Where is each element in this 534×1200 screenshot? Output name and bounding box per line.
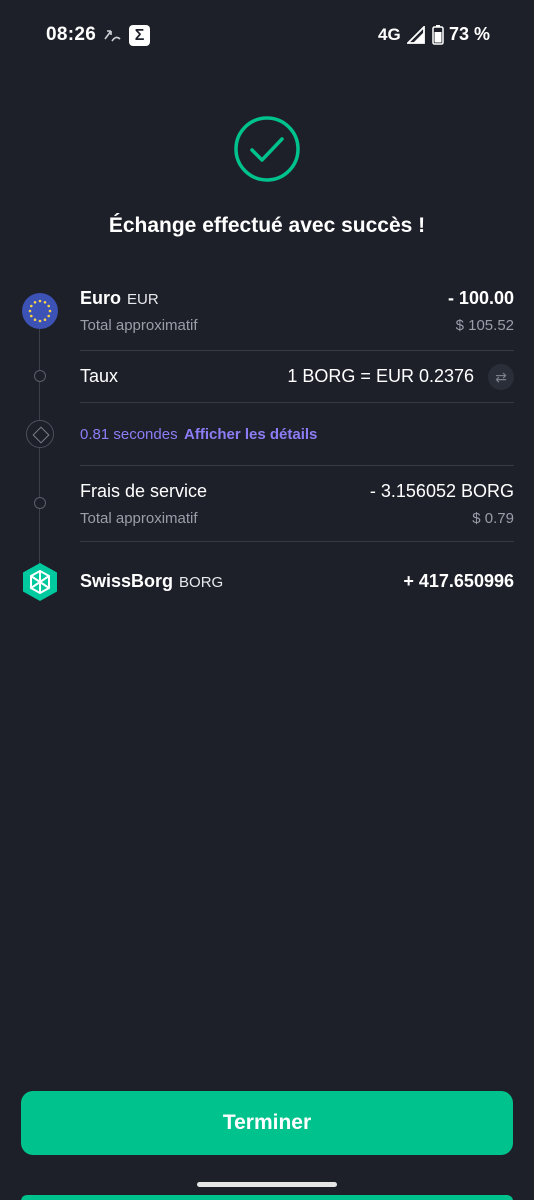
fees-approx-value: $ 0.79 — [472, 510, 514, 527]
from-approx-value: $ 105.52 — [455, 317, 514, 334]
from-asset: Euro EUR — [80, 288, 159, 309]
from-amount: - 100.00 — [447, 288, 514, 308]
divider — [80, 350, 514, 351]
from-approx-label: Total approximatif — [80, 317, 198, 334]
timeline-node-timing-icon — [26, 420, 54, 448]
from-asset-code: EUR — [127, 291, 159, 308]
fees-amount: - 3.156052 BORG — [369, 481, 514, 501]
finish-button-ghost — [21, 1195, 513, 1200]
timeline-node-fees — [34, 497, 46, 509]
divider — [80, 465, 514, 466]
success-check-icon — [234, 116, 300, 182]
divider — [80, 402, 514, 403]
battery-level: 73 % — [449, 24, 491, 44]
home-indicator[interactable] — [197, 1182, 337, 1187]
euro-flag-icon — [22, 293, 58, 329]
success-title: Échange effectué avec succès ! — [108, 214, 426, 237]
status-bar: 08:26 Σ 4G 73 % — [0, 0, 534, 70]
missed-call-icon — [104, 30, 121, 42]
status-time: 08:26 — [46, 24, 97, 45]
exchange-success-screen: 08:26 Σ 4G 73 % Échange effectué avec su… — [0, 0, 534, 1200]
fees-label: Frais de service — [80, 481, 208, 501]
swap-rate-icon[interactable]: ⇄ — [488, 364, 514, 390]
to-asset-name: SwissBorg — [80, 571, 174, 591]
to-asset: SwissBorg BORG — [80, 571, 223, 592]
finish-button[interactable]: Terminer — [21, 1091, 513, 1155]
swissborg-logo-icon — [23, 563, 57, 601]
to-amount: + 417.650996 — [403, 571, 514, 591]
timeline-node-rate — [34, 370, 46, 382]
rate-label: Taux — [80, 366, 119, 386]
execution-time: 0.81 secondes — [80, 426, 178, 443]
fees-approx-label: Total approximatif — [80, 510, 198, 527]
sigma-app-icon: Σ — [129, 25, 150, 46]
show-details-link[interactable]: Afficher les détails — [184, 426, 317, 443]
from-asset-name: Euro — [80, 288, 122, 308]
divider — [80, 541, 514, 542]
to-asset-code: BORG — [179, 574, 224, 591]
battery-icon — [432, 25, 444, 45]
network-type: 4G — [378, 25, 401, 44]
signal-icon — [407, 26, 425, 44]
rate-value: 1 BORG = EUR 0.2376 — [287, 366, 474, 386]
